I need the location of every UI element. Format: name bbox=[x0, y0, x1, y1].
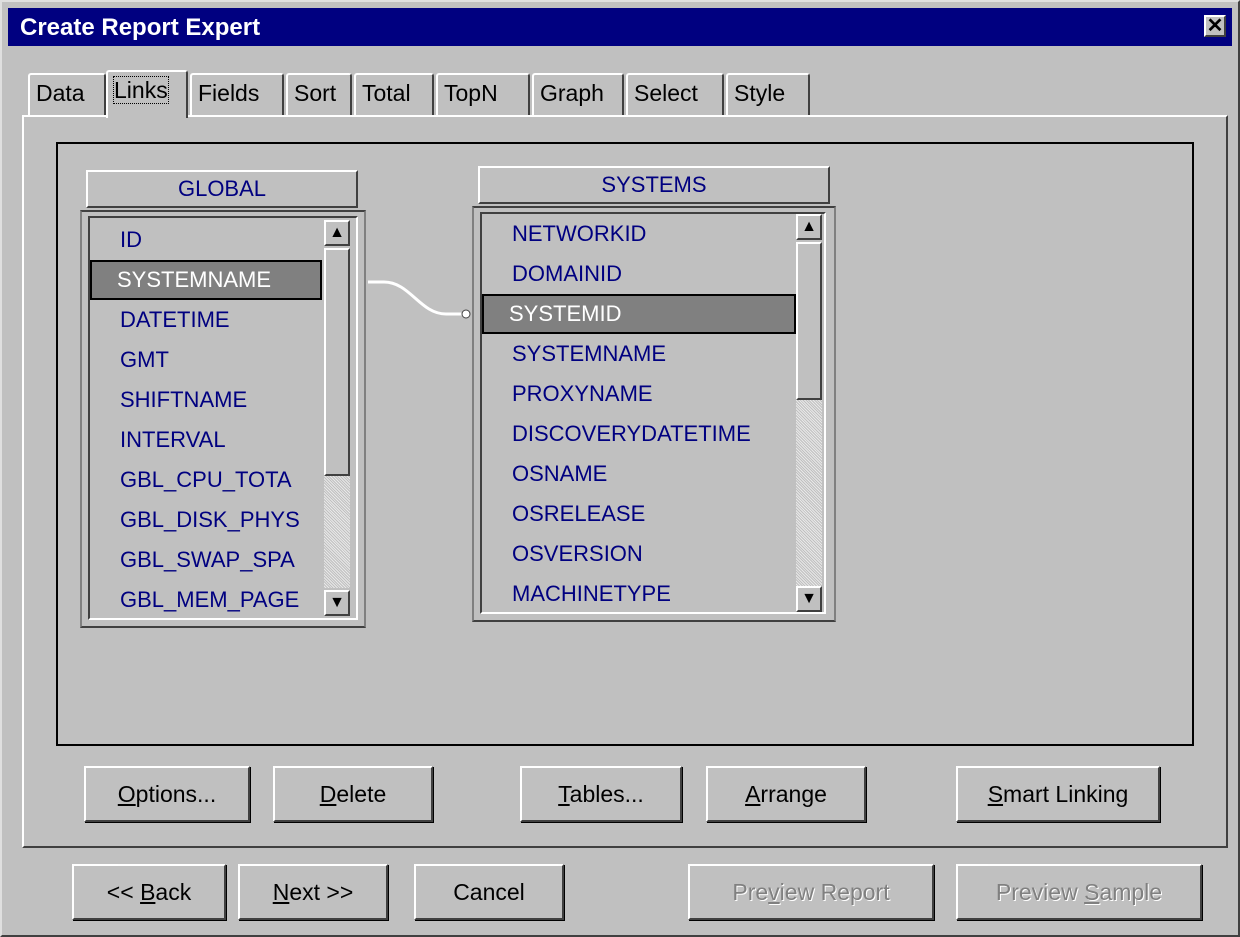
delete-button[interactable]: Delete bbox=[273, 766, 433, 822]
smart-linking-button[interactable]: Smart Linking bbox=[956, 766, 1160, 822]
field-item-networkid[interactable]: NETWORKID bbox=[512, 214, 796, 254]
options-button[interactable]: Options... bbox=[84, 766, 250, 822]
field-item-machinetype[interactable]: MACHINETYPE bbox=[512, 574, 796, 614]
field-item-osrelease[interactable]: OSRELEASE bbox=[512, 494, 796, 534]
tables-button[interactable]: Tables... bbox=[520, 766, 682, 822]
field-item-gbl-cpu-tota[interactable]: GBL_CPU_TOTA bbox=[120, 460, 322, 500]
field-item-gbl-mem-page[interactable]: GBL_MEM_PAGE bbox=[120, 580, 322, 620]
cancel-button-label: Cancel bbox=[453, 879, 525, 905]
scroll-thumb[interactable] bbox=[324, 248, 350, 476]
arrange-button-label: Arrange bbox=[745, 781, 827, 807]
tab-label: Fields bbox=[198, 80, 260, 106]
tab-select[interactable]: Select bbox=[626, 73, 724, 115]
scroll-track[interactable] bbox=[796, 400, 822, 586]
tab-label: Sort bbox=[294, 80, 337, 106]
tab-data[interactable]: Data bbox=[28, 73, 106, 115]
field-item-shiftname[interactable]: SHIFTNAME bbox=[120, 380, 322, 420]
tab-topn[interactable]: TopN bbox=[436, 73, 530, 115]
tab-label: TopN bbox=[444, 80, 498, 106]
field-item-datetime[interactable]: DATETIME bbox=[120, 300, 322, 340]
tab-links[interactable]: Links bbox=[106, 70, 188, 118]
field-item-proxyname[interactable]: PROXYNAME bbox=[512, 374, 796, 414]
scroll-thumb[interactable] bbox=[796, 242, 822, 400]
back-button[interactable]: << Back bbox=[72, 864, 226, 920]
table-header-systems[interactable]: SYSTEMS bbox=[478, 166, 830, 204]
table-header-global[interactable]: GLOBAL bbox=[86, 170, 358, 208]
preview-report-button-label: Preview Report bbox=[732, 879, 890, 905]
tab-label: Total bbox=[362, 80, 411, 106]
tab-graph[interactable]: Graph bbox=[532, 73, 624, 115]
field-item-systemname[interactable]: SYSTEMNAME bbox=[90, 260, 322, 300]
tab-fields[interactable]: Fields bbox=[190, 73, 284, 115]
back-button-label: << Back bbox=[106, 879, 192, 905]
arrange-button[interactable]: Arrange bbox=[706, 766, 866, 822]
tab-label: Graph bbox=[540, 80, 604, 106]
title-bar[interactable]: Create Report Expert ✕ bbox=[8, 8, 1232, 46]
next-button-label: Next >> bbox=[272, 879, 354, 905]
field-item-interval[interactable]: INTERVAL bbox=[120, 420, 322, 460]
scroll-down-icon[interactable]: ▼ bbox=[324, 590, 350, 616]
tables-button-label: Tables... bbox=[558, 781, 644, 807]
options-button-label: Options... bbox=[117, 781, 217, 807]
tab-sort[interactable]: Sort bbox=[286, 73, 352, 115]
scroll-up-icon[interactable]: ▲ bbox=[796, 214, 822, 240]
preview-report-button[interactable]: Preview Report bbox=[688, 864, 934, 920]
field-item-systemid[interactable]: SYSTEMID bbox=[482, 294, 796, 334]
tab-label: Data bbox=[36, 80, 85, 106]
delete-button-label: Delete bbox=[319, 781, 387, 807]
preview-sample-button[interactable]: Preview Sample bbox=[956, 864, 1202, 920]
tab-total[interactable]: Total bbox=[354, 73, 434, 115]
systems-field-list: NETWORKID DOMAINID SYSTEMID SYSTEMNAME PROXY… bbox=[482, 214, 796, 614]
scroll-up-icon[interactable]: ▲ bbox=[324, 220, 350, 246]
field-item-osversion[interactable]: OSVERSION bbox=[512, 534, 796, 574]
field-item-id[interactable]: ID bbox=[120, 220, 322, 260]
preview-sample-button-label: Preview Sample bbox=[995, 879, 1163, 905]
next-button[interactable]: Next >> bbox=[238, 864, 388, 920]
field-item-discoverydatetime[interactable]: DISCOVERYDATETIME bbox=[512, 414, 796, 454]
scroll-down-icon[interactable]: ▼ bbox=[796, 586, 822, 612]
field-item-osname[interactable]: OSNAME bbox=[512, 454, 796, 494]
close-icon[interactable]: ✕ bbox=[1204, 15, 1226, 37]
field-item-gbl-disk-phys[interactable]: GBL_DISK_PHYS bbox=[120, 500, 322, 540]
tab-label: Style bbox=[734, 80, 786, 106]
window-title: Create Report Expert bbox=[20, 14, 261, 41]
smart-linking-button-label: Smart Linking bbox=[987, 781, 1129, 807]
global-field-list: ID SYSTEMNAME DATETIME GMT SHIFTNAME INTERVAL… bbox=[90, 220, 322, 620]
tab-label: Select bbox=[634, 80, 698, 106]
field-item-gbl-swap-spa[interactable]: GBL_SWAP_SPA bbox=[120, 540, 322, 580]
systems-scrollbar[interactable]: ▲ ▼ bbox=[796, 212, 826, 616]
cancel-button[interactable]: Cancel bbox=[414, 864, 564, 920]
tab-label: Links bbox=[113, 76, 169, 104]
tab-style[interactable]: Style bbox=[726, 73, 810, 115]
scroll-track[interactable] bbox=[324, 476, 350, 588]
field-item-domainid[interactable]: DOMAINID bbox=[512, 254, 796, 294]
field-item-systemname[interactable]: SYSTEMNAME bbox=[512, 334, 796, 374]
field-item-gmt[interactable]: GMT bbox=[120, 340, 322, 380]
global-scrollbar[interactable]: ▲ ▼ bbox=[324, 218, 354, 620]
